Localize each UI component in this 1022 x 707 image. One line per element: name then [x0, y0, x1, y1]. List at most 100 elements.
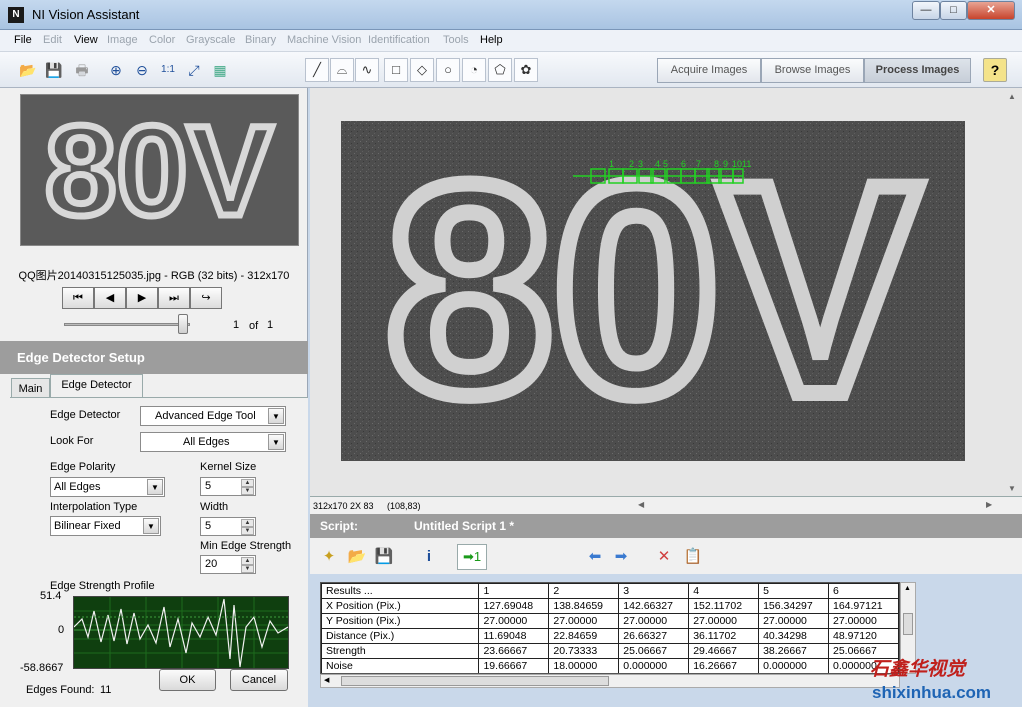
- spin-up-icon[interactable]: ▲: [241, 479, 254, 487]
- menu-bar: File Edit View Image Color Grayscale Bin…: [0, 30, 1022, 52]
- freehand-line-tool-icon[interactable]: ∿: [355, 58, 379, 82]
- edge-polarity-label: Edge Polarity: [50, 461, 116, 473]
- rectangle-tool-icon[interactable]: □: [384, 58, 408, 82]
- edge-polarity-select[interactable]: All Edges ▼: [50, 477, 165, 497]
- min-edge-strength-input[interactable]: 20 ▲ ▼: [200, 555, 256, 574]
- edge-detector-select[interactable]: Advanced Edge Tool ▼: [140, 406, 286, 426]
- image-thumbnail[interactable]: 80V: [20, 94, 299, 247]
- delete-step-icon[interactable]: ✕: [651, 544, 677, 570]
- open-script-icon[interactable]: 📂: [344, 544, 370, 570]
- scroll-right-icon[interactable]: ▶: [986, 500, 992, 509]
- kernel-size-input[interactable]: 5 ▲ ▼: [200, 477, 256, 496]
- edge-detector-label: Edge Detector: [50, 409, 121, 421]
- column-header[interactable]: Results ...: [321, 583, 480, 599]
- line-tool-icon[interactable]: ╱: [305, 58, 329, 82]
- move-step-left-icon[interactable]: ⬅: [582, 544, 608, 570]
- help-icon[interactable]: ?: [983, 58, 1007, 82]
- save-image-icon[interactable]: 💾: [42, 58, 66, 82]
- menu-color[interactable]: Color: [149, 34, 175, 46]
- column-header[interactable]: 4: [688, 583, 760, 599]
- results-table[interactable]: Results ... 1 2 3 4 5 6 X Position (Pix.…: [320, 582, 900, 674]
- previous-image-button[interactable]: ◀: [94, 287, 126, 309]
- column-header[interactable]: 6: [828, 583, 899, 599]
- column-header[interactable]: 2: [548, 583, 620, 599]
- look-for-value: All Edges: [183, 436, 230, 448]
- edge-strength-profile-plot: [73, 596, 289, 669]
- table-cell: 27.00000: [548, 613, 620, 629]
- results-horizontal-scrollbar[interactable]: ◀: [320, 674, 900, 688]
- new-script-icon[interactable]: ✦: [316, 544, 342, 570]
- table-cell: 152.11702: [688, 598, 760, 614]
- interpolation-type-label: Interpolation Type: [50, 501, 138, 513]
- scroll-left-icon[interactable]: ◀: [324, 676, 329, 684]
- status-size: 312x170 2X 83: [313, 501, 374, 511]
- polygon-tool-icon[interactable]: ⬠: [488, 58, 512, 82]
- interpolation-type-select[interactable]: Bilinear Fixed ▼: [50, 516, 161, 536]
- maximize-button[interactable]: □: [940, 1, 967, 20]
- vertical-scrollbar[interactable]: ▲ ▼: [1008, 90, 1020, 495]
- scroll-thumb[interactable]: [341, 676, 609, 686]
- freehand-region-tool-icon[interactable]: ✿: [514, 58, 538, 82]
- spin-up-icon[interactable]: ▲: [241, 557, 254, 565]
- spin-down-icon[interactable]: ▼: [241, 527, 254, 535]
- spin-up-icon[interactable]: ▲: [241, 519, 254, 527]
- menu-image[interactable]: Image: [107, 34, 138, 46]
- save-script-icon[interactable]: 💾: [371, 544, 397, 570]
- menu-help[interactable]: Help: [480, 34, 503, 46]
- scroll-thumb[interactable]: [903, 613, 913, 635]
- move-step-right-icon[interactable]: ➡: [608, 544, 634, 570]
- open-image-icon[interactable]: 📂: [16, 58, 40, 82]
- zoom-fit-icon[interactable]: ⤢: [182, 58, 206, 82]
- annulus-tool-icon[interactable]: ◔: [462, 58, 486, 82]
- minimize-button[interactable]: —: [912, 1, 940, 20]
- next-image-button[interactable]: ▶: [126, 287, 158, 309]
- menu-tools[interactable]: Tools: [443, 34, 469, 46]
- column-header[interactable]: 3: [618, 583, 690, 599]
- zoom-out-icon[interactable]: ⊖: [130, 58, 154, 82]
- close-button[interactable]: ✕: [967, 1, 1015, 20]
- menu-binary[interactable]: Binary: [245, 34, 276, 46]
- tab-edge-detector[interactable]: Edge Detector: [50, 374, 143, 398]
- spin-down-icon[interactable]: ▼: [241, 565, 254, 573]
- column-header[interactable]: 1: [478, 583, 550, 599]
- scroll-down-icon[interactable]: ▼: [1008, 484, 1016, 493]
- edge-label: 2: [629, 159, 634, 169]
- menu-view[interactable]: View: [74, 34, 98, 46]
- zoom-1to1-icon[interactable]: 1:1: [156, 58, 180, 82]
- broken-line-tool-icon[interactable]: ⌓: [330, 58, 354, 82]
- look-for-select[interactable]: All Edges ▼: [140, 432, 286, 452]
- tab-main[interactable]: Main: [11, 378, 50, 398]
- menu-edit[interactable]: Edit: [43, 34, 62, 46]
- ok-button[interactable]: OK: [159, 669, 216, 691]
- last-image-button[interactable]: ⏭: [158, 287, 190, 309]
- print-icon[interactable]: 🖶: [70, 58, 94, 82]
- first-image-button[interactable]: ⏮: [62, 287, 94, 309]
- rotated-rectangle-tool-icon[interactable]: ◇: [410, 58, 434, 82]
- scroll-up-icon[interactable]: ▲: [904, 585, 911, 592]
- menu-file[interactable]: File: [14, 34, 32, 46]
- column-header[interactable]: 5: [758, 583, 829, 599]
- palette-icon[interactable]: ▦: [208, 58, 232, 82]
- scroll-left-icon[interactable]: ◀: [638, 500, 644, 509]
- acquire-images-button[interactable]: Acquire Images: [657, 58, 761, 83]
- menu-machine-vision[interactable]: Machine Vision: [287, 34, 361, 46]
- oval-tool-icon[interactable]: ○: [436, 58, 460, 82]
- width-input[interactable]: 5 ▲ ▼: [200, 517, 256, 536]
- scroll-up-icon[interactable]: ▲: [1008, 92, 1016, 101]
- zoom-in-icon[interactable]: ⊕: [104, 58, 128, 82]
- loop-icon[interactable]: ↪: [190, 287, 222, 309]
- cancel-button[interactable]: Cancel: [230, 669, 288, 691]
- process-images-button[interactable]: Process Images: [864, 58, 971, 83]
- spin-down-icon[interactable]: ▼: [241, 487, 254, 495]
- menu-identification[interactable]: Identification: [368, 34, 430, 46]
- browse-images-button[interactable]: Browse Images: [761, 58, 864, 83]
- run-once-icon[interactable]: ➡1: [457, 544, 487, 570]
- image-slider-thumb[interactable]: [178, 314, 188, 334]
- edit-step-icon[interactable]: 📋: [680, 544, 706, 570]
- menu-grayscale[interactable]: Grayscale: [186, 34, 236, 46]
- table-cell: 27.00000: [478, 613, 550, 629]
- image-slider-track[interactable]: [64, 323, 190, 326]
- main-image[interactable]: 80V 1 2 3 4 5 6 7 8 9 10 11: [341, 113, 965, 465]
- info-icon[interactable]: i: [416, 544, 442, 570]
- edge-label: 6: [681, 159, 686, 169]
